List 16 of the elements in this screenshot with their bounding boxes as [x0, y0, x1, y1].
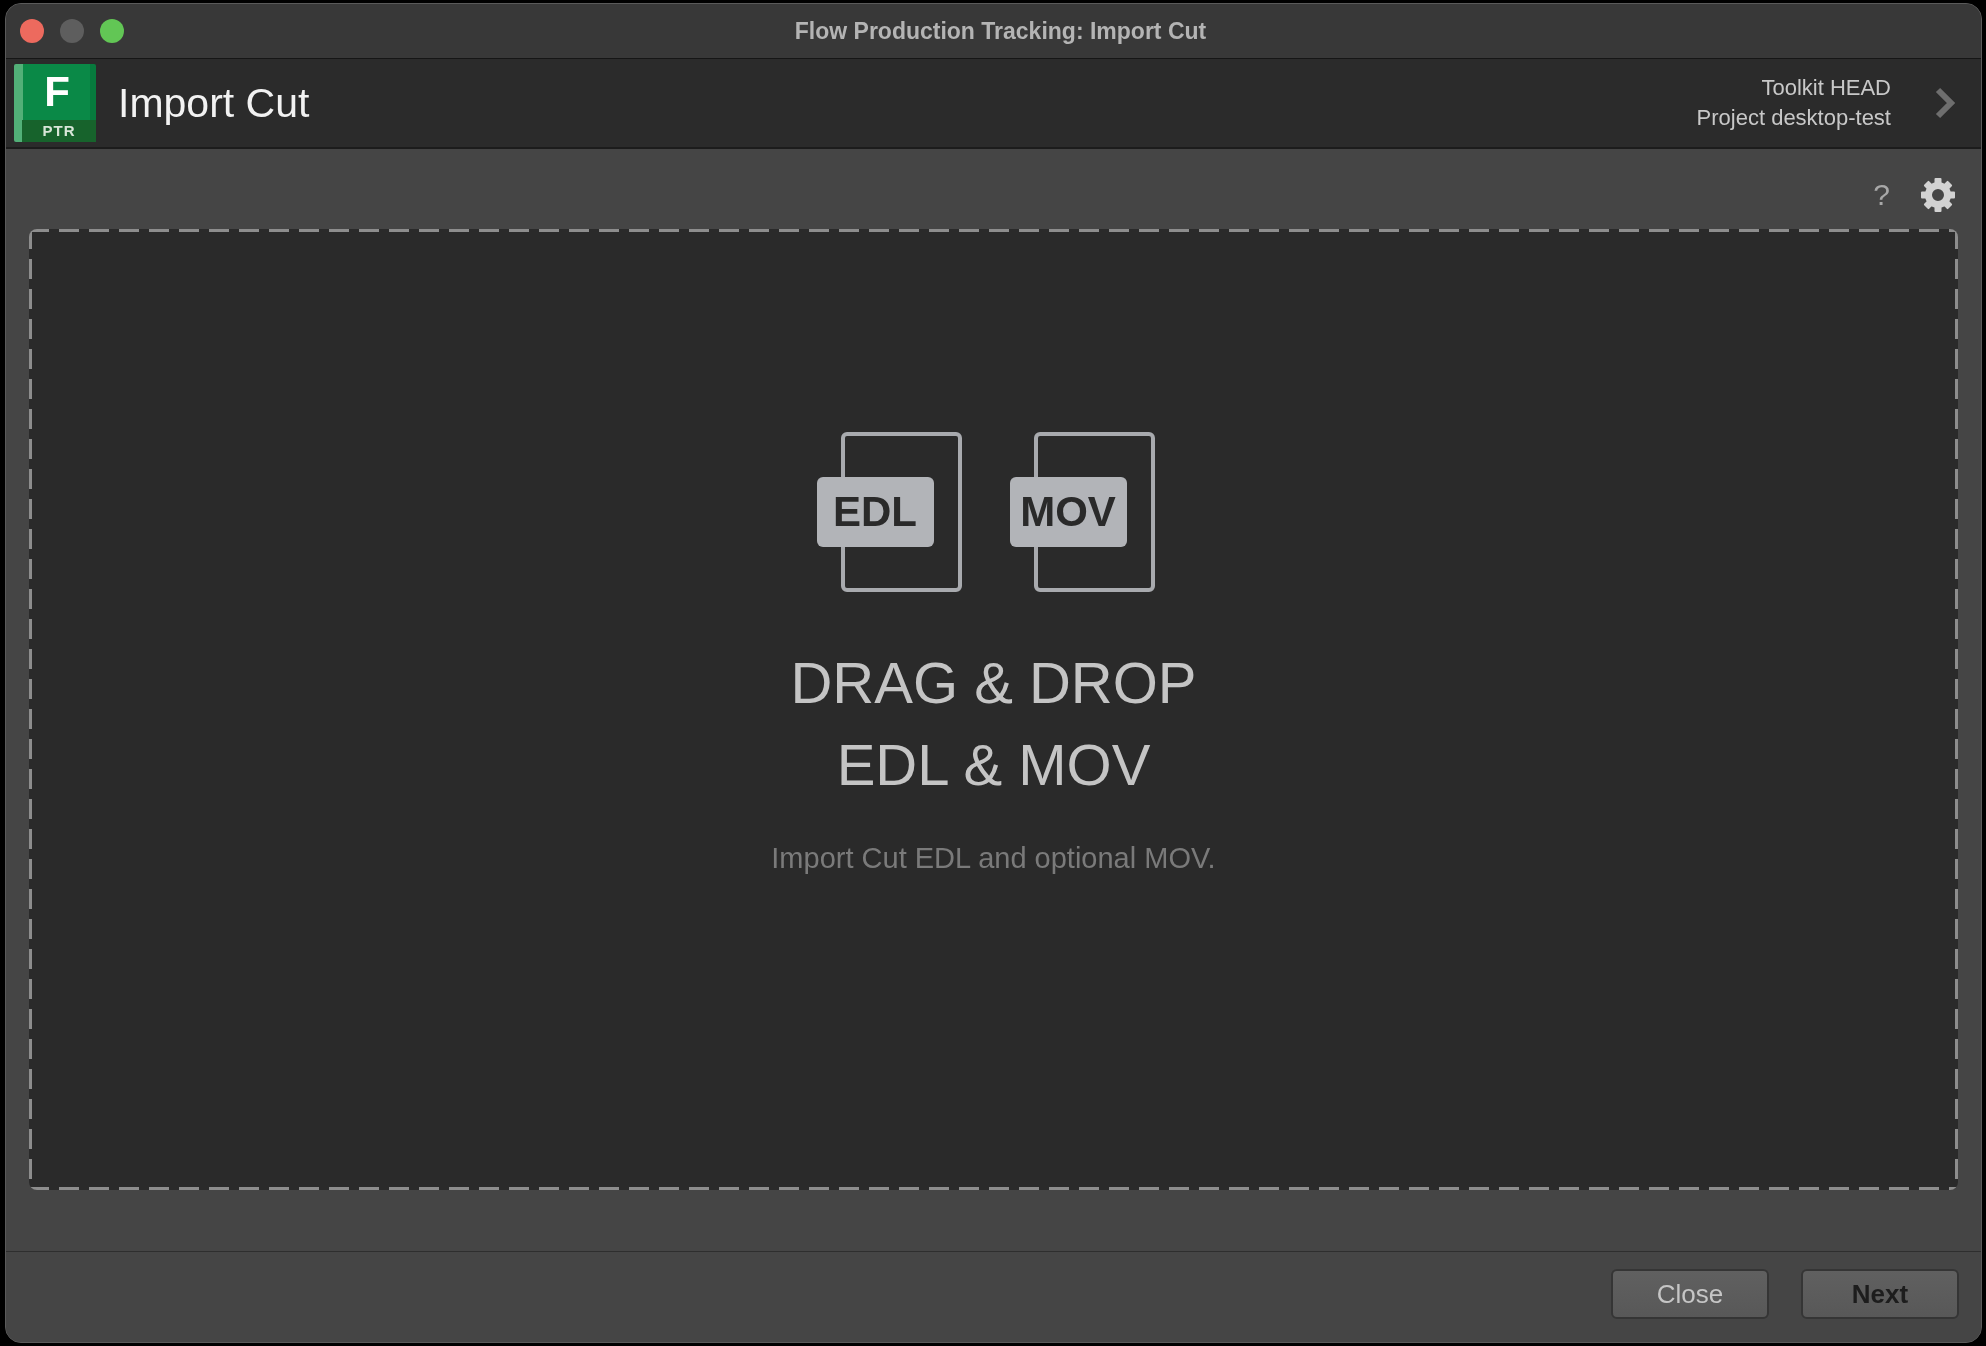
help-button[interactable]: ?	[1873, 179, 1890, 211]
action-button[interactable]: Close	[1611, 1269, 1769, 1319]
chevron-right-icon[interactable]	[1933, 85, 1957, 121]
zoom-button[interactable]	[100, 19, 124, 43]
context-label: Toolkit HEAD Project desktop-test	[1696, 74, 1891, 132]
file-type-tag: EDL	[816, 477, 934, 547]
app-title: Import Cut	[118, 79, 310, 127]
settings-icon[interactable]	[1920, 177, 1956, 213]
logo-badge: PTR	[22, 120, 96, 142]
file-type-tag: MOV	[1009, 477, 1127, 547]
window-title: Flow Production Tracking: Import Cut	[794, 17, 1207, 45]
close-button[interactable]	[20, 19, 44, 43]
logo-letter: F	[43, 67, 71, 117]
drop-heading: DRAG & DROP EDL & MOV	[790, 649, 1197, 799]
drop-hint: Import Cut EDL and optional MOV.	[771, 841, 1216, 876]
default-action-button[interactable]: Next	[1801, 1269, 1959, 1319]
